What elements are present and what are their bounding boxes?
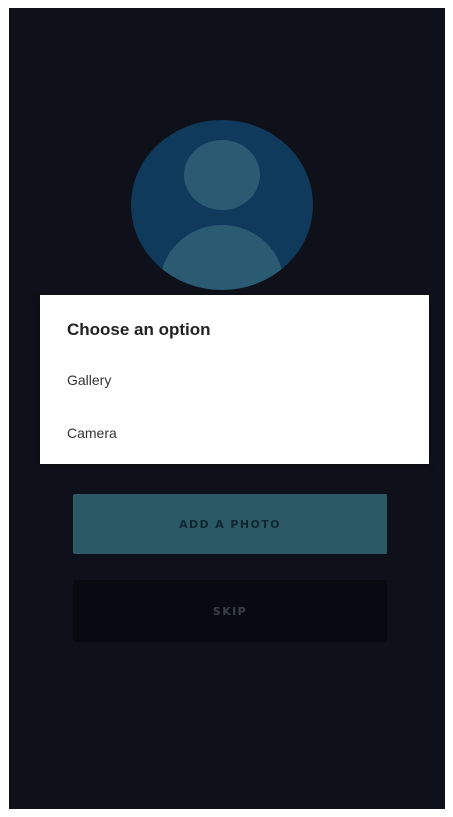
dialog-option-camera[interactable]: Camera [40, 410, 429, 456]
choose-option-dialog: Choose an option Gallery Camera [40, 295, 429, 464]
avatar-placeholder-icon [131, 120, 313, 290]
dialog-option-gallery[interactable]: Gallery [40, 357, 429, 403]
avatar-shoulders [160, 225, 284, 290]
skip-button[interactable]: SKIP [73, 580, 387, 642]
avatar-head [184, 140, 260, 210]
app-screen: ADD A PHOTO SKIP Choose an option Galler… [9, 8, 445, 809]
dialog-title: Choose an option [67, 320, 211, 339]
add-photo-button[interactable]: ADD A PHOTO [73, 494, 387, 554]
